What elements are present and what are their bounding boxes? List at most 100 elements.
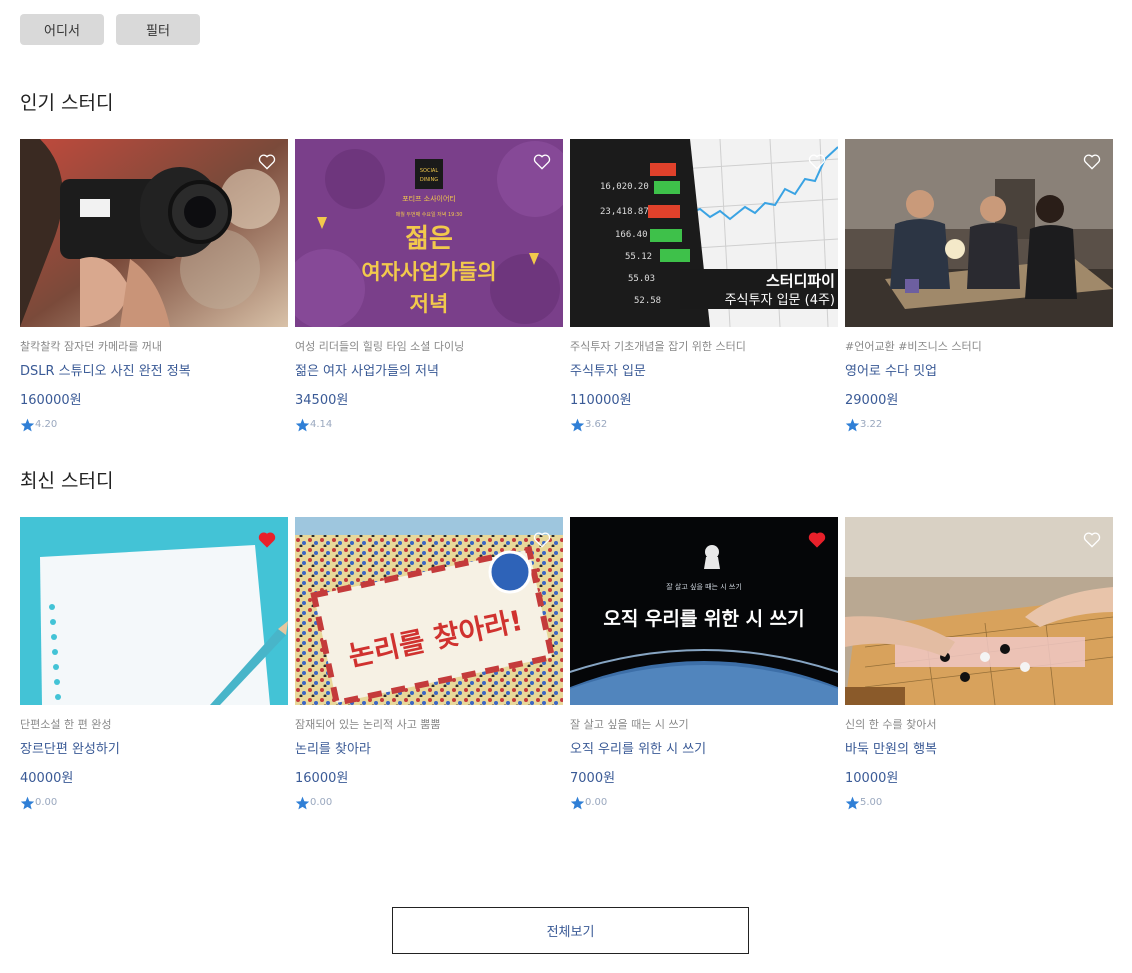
study-thumbnail: SOCIAL DINING 포티프 소사이어티 매월 두번째 수요일 저녁 19… [295,139,563,327]
star-icon [20,796,35,810]
star-icon [845,796,860,810]
study-subtitle: 찰칵찰칵 잠자던 카메라를 꺼내 [20,340,163,353]
svg-text:16,020.20: 16,020.20 [600,182,649,192]
rating-value: 0.00 [585,797,608,808]
study-title[interactable]: 논리를 찾아라 [295,741,563,758]
study-card[interactable]: 16,020.20 23,418.87 166.40 55.12 55.03 5… [570,139,838,432]
star-icon [845,418,860,432]
space-small-text: 잘 살고 싶을 때는 시 쓰기 [666,582,742,591]
study-rating: 5.00 [845,796,1113,810]
star-icon [570,796,585,810]
study-rating: 4.14 [295,418,563,432]
study-subtitle: 신의 한 수를 찾아서 [845,718,937,731]
heart-icon[interactable] [533,531,551,548]
stock-phone-image: 16,020.20 23,418.87 166.40 55.12 55.03 5… [570,139,838,327]
popular-study-grid: 찰칵찰칵 잠자던 카메라를 꺼내 DSLR 스튜디오 사진 완전 정복 1600… [20,139,1113,432]
study-title[interactable]: 영어로 수다 밋업 [845,363,1113,380]
study-subtitle: #언어교환 #비즈니스 스터디 [845,340,982,353]
study-rating: 3.62 [570,418,838,432]
study-subtitle: 잘 살고 싶을 때는 시 쓰기 [570,718,689,731]
stock-overlay-line-1: 스터디파이 [766,272,835,290]
study-thumbnail: 논리를 찾아라! [295,517,563,705]
where-button[interactable]: 어디서 [20,14,104,45]
study-subtitle: 잠재되어 있는 논리적 사고 뿜뿜 [295,718,441,731]
svg-text:23,418.87: 23,418.87 [600,207,649,217]
study-rating: 3.22 [845,418,1113,432]
study-rating: 0.00 [570,796,838,810]
study-title[interactable]: 젊은 여자 사업가들의 저녁 [295,363,563,380]
study-title[interactable]: DSLR 스튜디오 사진 완전 정복 [20,363,288,380]
heart-icon[interactable] [1083,153,1101,170]
stock-overlay-line-2: 주식투자 입문 (4주) [725,293,835,308]
heart-icon[interactable] [258,153,276,170]
rating-value: 0.00 [310,797,333,808]
poster-headline-3: 저녁 [410,292,449,316]
study-thumbnail [20,139,288,327]
study-thumbnail [845,517,1113,705]
earth-space-image: 잘 살고 싶을 때는 시 쓰기 오직 우리를 위한 시 쓰기 [570,517,838,705]
poster-badge-1: SOCIAL [420,168,438,174]
star-icon [20,418,35,432]
poster-headline-1: 젊은 [405,224,453,254]
study-price: 160000원 [20,393,82,408]
study-price: 40000원 [20,771,74,786]
filter-button[interactable]: 필터 [116,14,200,45]
study-subtitle: 주식투자 기초개념을 잡기 위한 스터디 [570,340,746,353]
heart-icon[interactable] [808,531,826,548]
star-icon [295,418,310,432]
rating-value: 3.62 [585,419,608,430]
svg-text:55.03: 55.03 [628,274,655,284]
study-title[interactable]: 오직 우리를 위한 시 쓰기 [570,741,838,758]
social-dining-poster-image: SOCIAL DINING 포티프 소사이어티 매월 두번째 수요일 저녁 19… [295,139,563,327]
study-price: 34500원 [295,393,349,408]
study-title[interactable]: 바둑 만원의 행복 [845,741,1113,758]
study-subtitle: 여성 리더들의 힐링 타임 소셜 다이닝 [295,340,465,353]
meeting-room-image [845,139,1113,327]
svg-text:166.40: 166.40 [615,230,648,240]
paper-pencil-image [20,517,288,705]
rating-value: 4.20 [35,419,58,430]
heart-icon[interactable] [258,531,276,548]
svg-text:55.12: 55.12 [625,252,652,262]
study-card[interactable]: 논리를 찾아라! 잠재되어 있는 논리적 사고 뿜뿜 논리를 찾아라 16000… [295,517,563,810]
study-card[interactable]: 신의 한 수를 찾아서 바둑 만원의 행복 10000원 5.00 [845,517,1113,810]
rating-value: 5.00 [860,797,883,808]
study-rating: 0.00 [20,796,288,810]
space-headline: 오직 우리를 위한 시 쓰기 [603,608,804,630]
study-price: 10000원 [845,771,899,786]
camera-photo-image [20,139,288,327]
study-card[interactable]: 단편소설 한 편 완성 장르단편 완성하기 40000원 0.00 [20,517,288,810]
rating-value: 3.22 [860,419,883,430]
study-price: 7000원 [570,771,616,786]
recent-study-grid: 단편소설 한 편 완성 장르단편 완성하기 40000원 0.00 논리를 찾아… [20,517,1113,810]
study-price: 16000원 [295,771,349,786]
popular-section-title: 인기 스터디 [20,92,114,114]
svg-text:52.58: 52.58 [634,296,661,306]
poster-badge-2: DINING [420,177,438,183]
study-thumbnail [845,139,1113,327]
study-card[interactable]: 잘 살고 싶을 때는 시 쓰기 오직 우리를 위한 시 쓰기 잘 살고 싶을 때… [570,517,838,810]
top-filter-bar: 어디서 필터 [20,14,200,45]
heart-icon[interactable] [1083,531,1101,548]
study-price: 110000원 [570,393,632,408]
study-card[interactable]: #언어교환 #비즈니스 스터디 영어로 수다 밋업 29000원 3.22 [845,139,1113,432]
rating-value: 4.14 [310,419,333,430]
study-card[interactable]: SOCIAL DINING 포티프 소사이어티 매월 두번째 수요일 저녁 19… [295,139,563,432]
heart-icon[interactable] [533,153,551,170]
heart-icon[interactable] [808,153,826,170]
star-icon [295,796,310,810]
study-rating: 0.00 [295,796,563,810]
recent-section-title: 최신 스터디 [20,470,114,492]
star-icon [570,418,585,432]
baduk-board-image [845,517,1113,705]
wheres-wally-envelope-image: 논리를 찾아라! [295,517,563,705]
poster-headline-2: 여자사업가들의 [361,260,496,284]
rating-value: 0.00 [35,797,58,808]
study-thumbnail: 잘 살고 싶을 때는 시 쓰기 오직 우리를 위한 시 쓰기 [570,517,838,705]
study-title[interactable]: 장르단편 완성하기 [20,741,288,758]
study-title[interactable]: 주식투자 입문 [570,363,838,380]
poster-line-2: 매월 두번째 수요일 저녁 19:30 [396,211,463,218]
study-card[interactable]: 찰칵찰칵 잠자던 카메라를 꺼내 DSLR 스튜디오 사진 완전 정복 1600… [20,139,288,432]
study-rating: 4.20 [20,418,288,432]
view-all-button[interactable]: 전체보기 [392,907,749,954]
